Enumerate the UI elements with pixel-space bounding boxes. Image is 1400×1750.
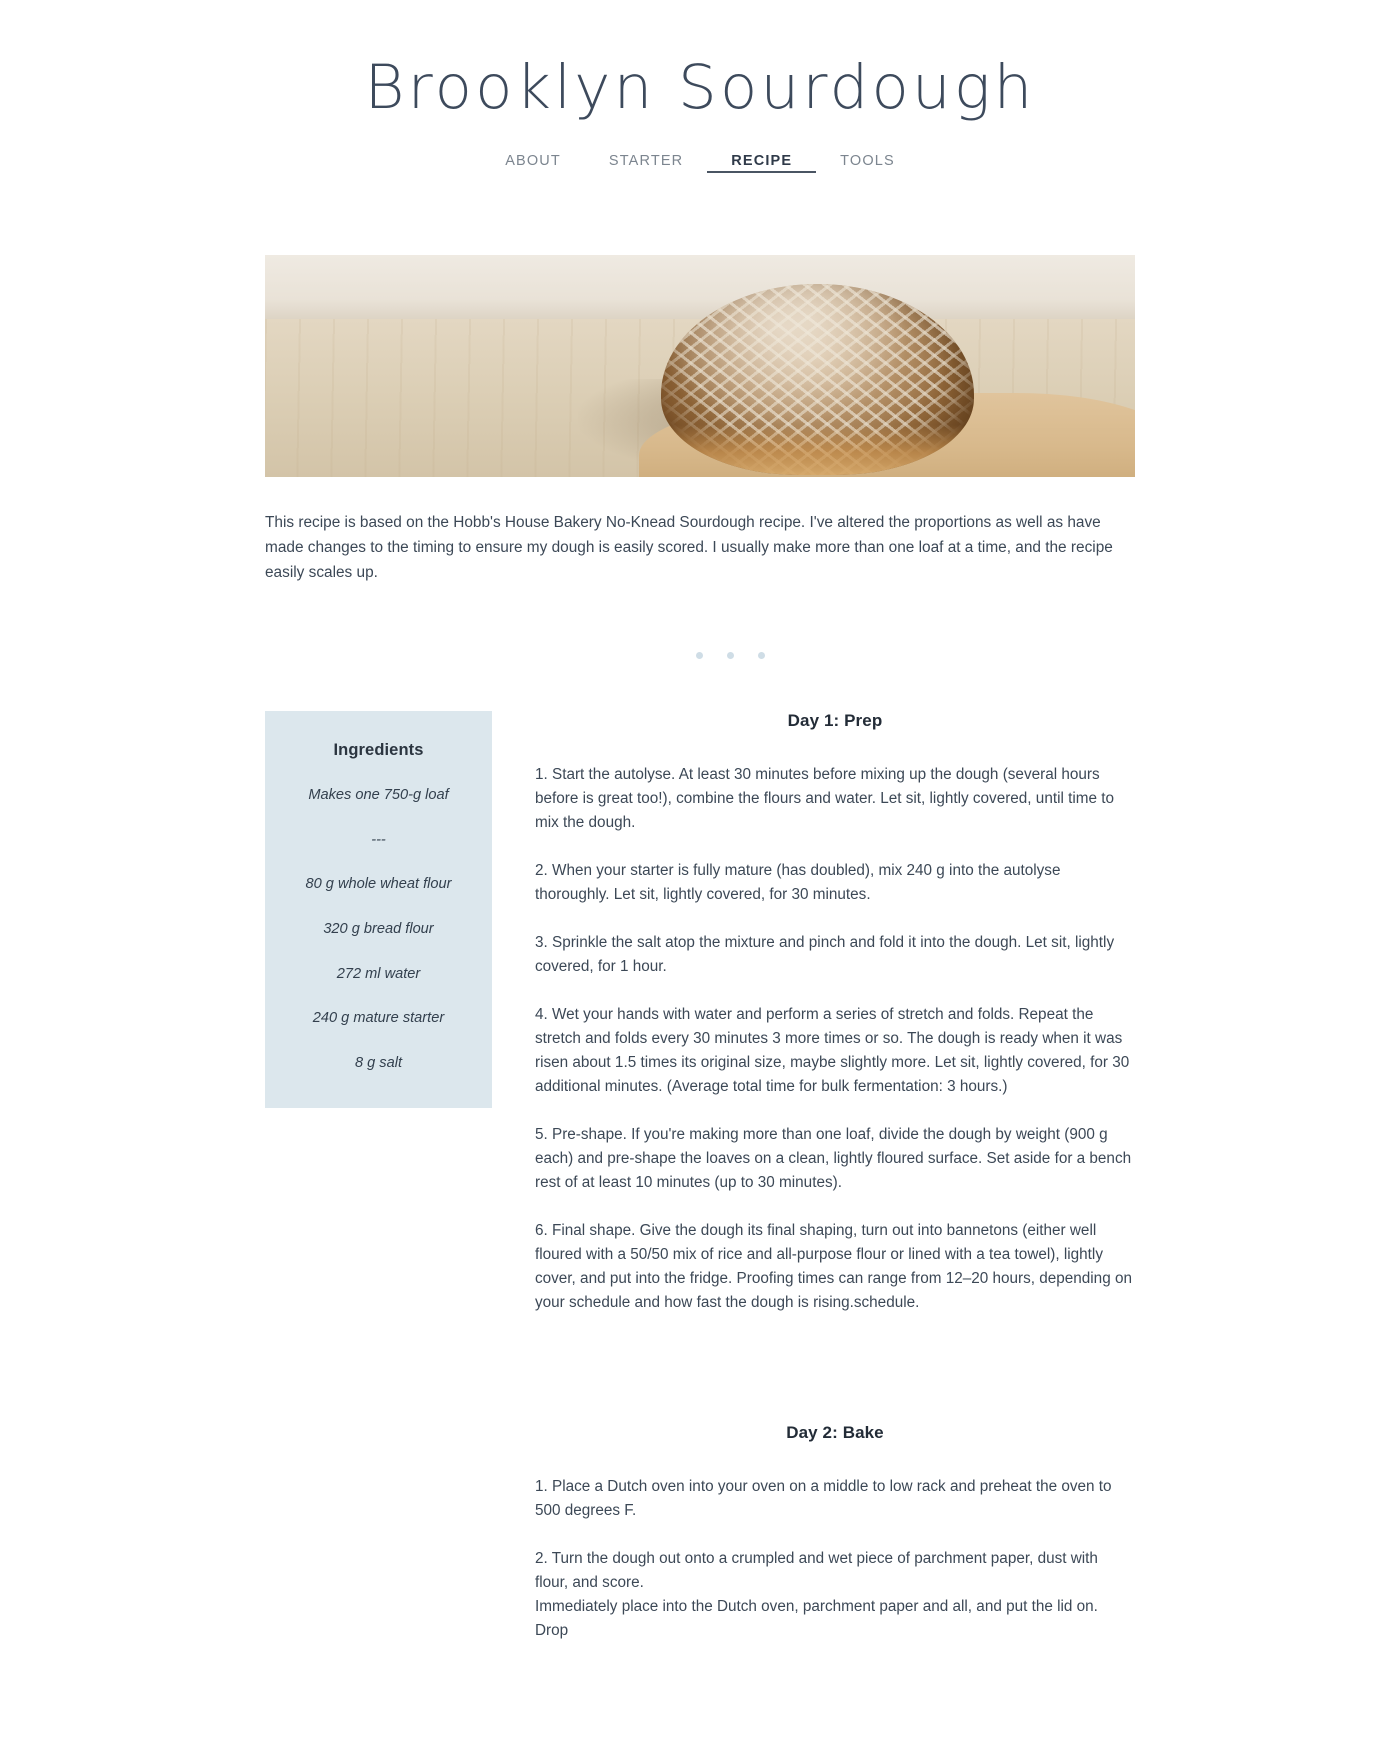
nav-item-about[interactable]: ABOUT (481, 153, 585, 169)
ingredient-line: 272 ml water (336, 965, 421, 982)
hero-image-wrapper (265, 255, 1135, 478)
day-two-step: 2. Turn the dough out onto a crumpled an… (535, 1550, 1098, 1640)
day-one-heading: Day 1: Prep (787, 710, 883, 730)
divider-dot-icon (726, 651, 734, 659)
photo-loaf-base (660, 425, 975, 475)
page-title: Brooklyn Sourdough (364, 52, 1036, 123)
day-one-step: 5. Pre-shape. If you're making more than… (535, 1126, 1132, 1192)
divider-dot-icon (695, 651, 703, 659)
ingredients-title: Ingredients (333, 740, 424, 759)
day-one-step: 6. Final shape. Give the dough its final… (535, 1222, 1132, 1312)
ingredient-line: Makes one 750-g loaf (308, 786, 449, 803)
ingredient-line: 240 g mature starter (312, 1010, 445, 1027)
ingredient-separator: --- (371, 831, 386, 848)
day-one-step: 4. Wet your hands with water and perform… (535, 1006, 1130, 1096)
photo-bread-loaf (660, 283, 975, 475)
day-one-step: 2. When your starter is fully mature (ha… (535, 861, 1061, 903)
recipe-content: Ingredients Makes one 750-g loaf --- 80 … (265, 710, 1135, 1643)
ingredient-line: 320 g bread flour (323, 920, 434, 937)
day-two-heading: Day 2: Bake (786, 1423, 884, 1443)
site-header: Brooklyn Sourdough ABOUT STARTER RECIPE … (0, 0, 1400, 174)
dot-divider (265, 651, 1135, 659)
day-two-step: 1. Place a Dutch oven into your oven on … (535, 1478, 1112, 1520)
day-one-step: 3. Sprinkle the salt atop the mixture an… (535, 933, 1115, 975)
ingredient-line: 8 g salt (354, 1055, 403, 1072)
instructions-column: Day 1: Prep 1. Start the autolyse. At le… (535, 711, 1135, 1643)
nav-item-recipe[interactable]: RECIPE (707, 153, 817, 174)
intro-paragraph: This recipe is based on the Hobb's House… (265, 514, 1113, 581)
ingredients-sidebar: Ingredients Makes one 750-g loaf --- 80 … (265, 710, 492, 1108)
day-one-step: 1. Start the autolyse. At least 30 minut… (535, 765, 1115, 831)
page-root: Brooklyn Sourdough ABOUT STARTER RECIPE … (0, 0, 1400, 1643)
nav-item-tools[interactable]: TOOLS (816, 153, 919, 169)
sourdough-loaf-photo (265, 255, 1135, 478)
ingredient-line: 80 g whole wheat flour (305, 876, 452, 893)
ingredients-card: Ingredients Makes one 750-g loaf --- 80 … (265, 710, 492, 1108)
nav-item-starter[interactable]: STARTER (585, 153, 707, 169)
divider-dot-icon (757, 651, 765, 659)
primary-navigation: ABOUT STARTER RECIPE TOOLS (0, 153, 1400, 174)
